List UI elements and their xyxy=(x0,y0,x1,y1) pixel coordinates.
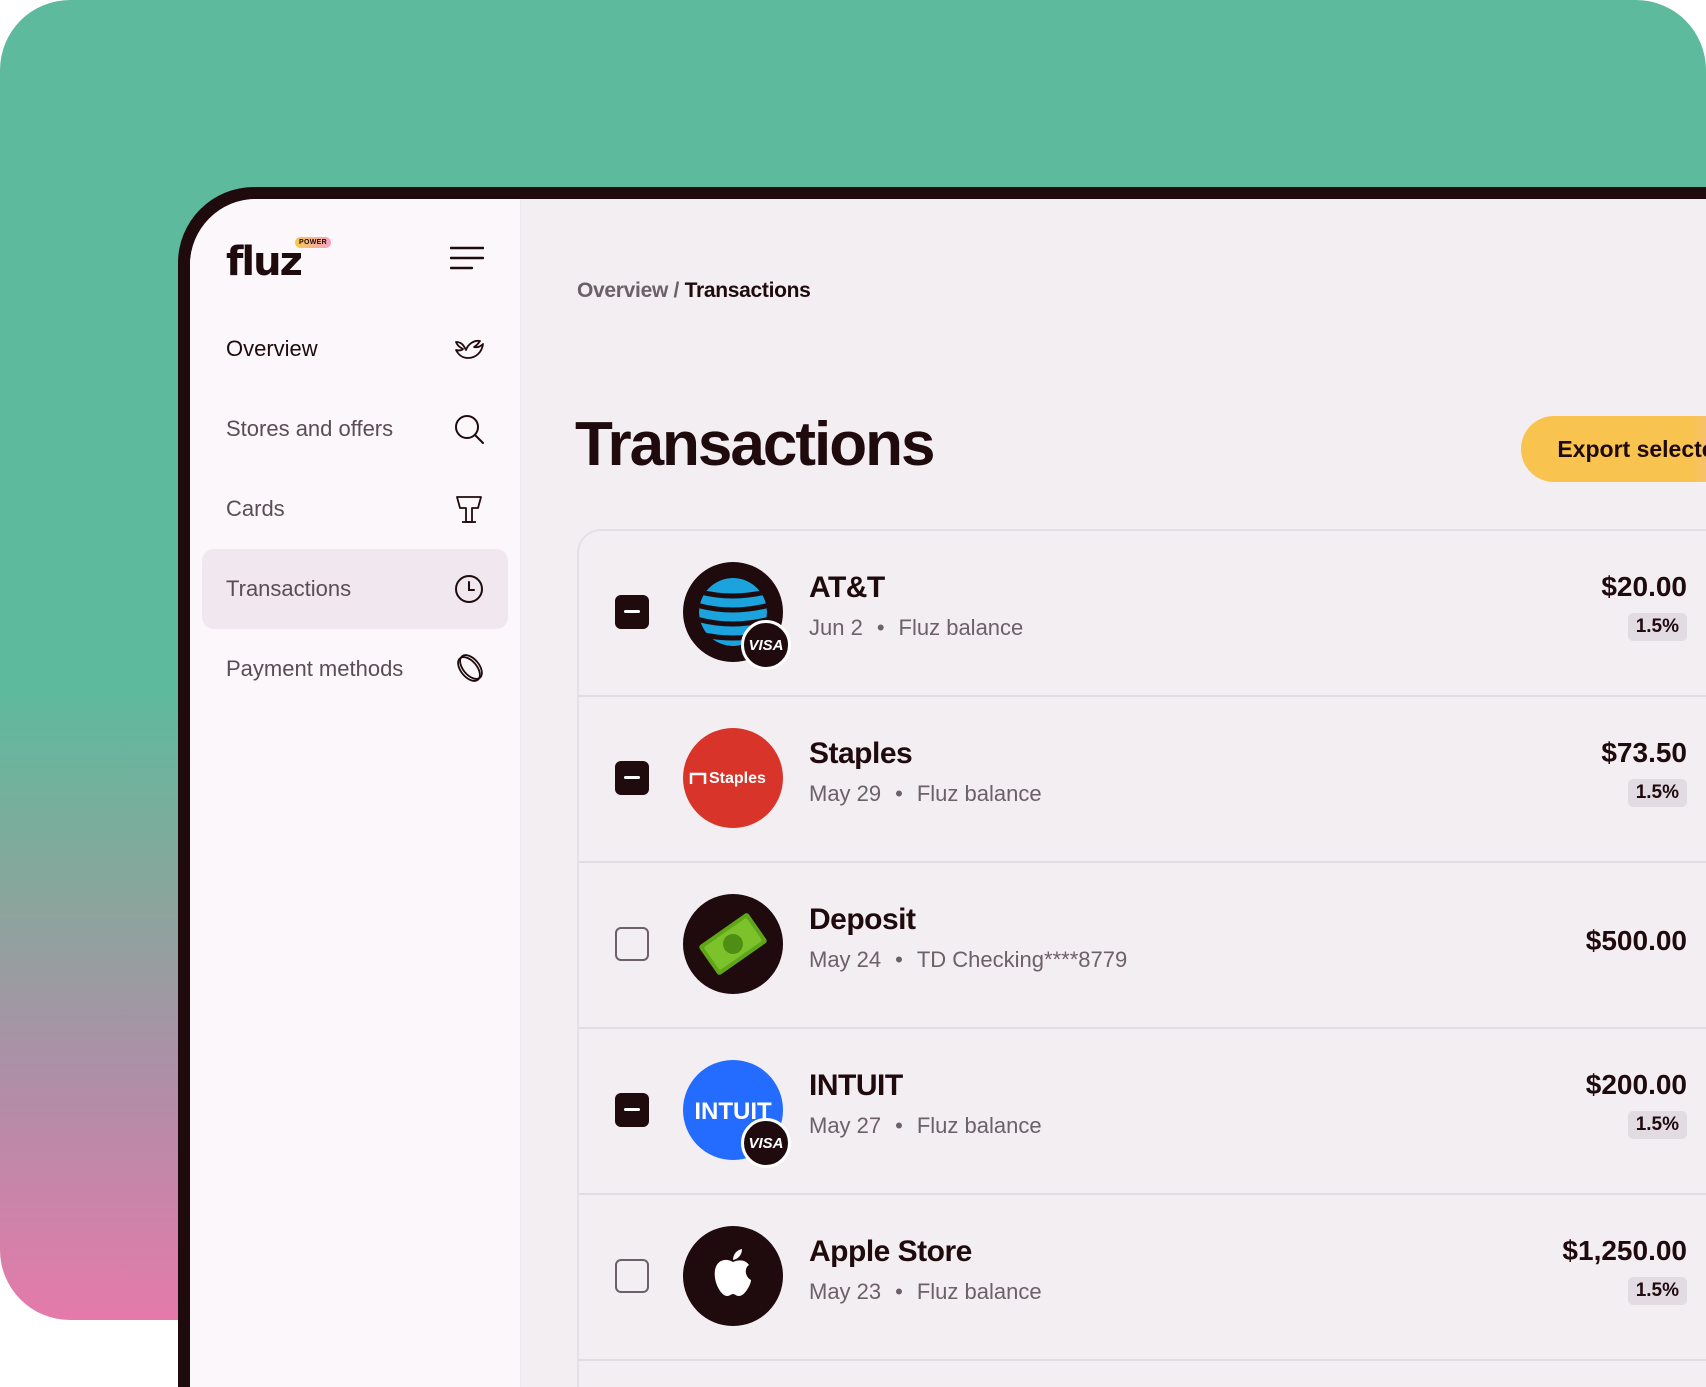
transaction-date: May 27 xyxy=(809,1113,882,1138)
export-selected-button[interactable]: Export selected xyxy=(1521,416,1706,482)
transaction-amount: $500.00 xyxy=(1585,925,1687,956)
breadcrumb-parent[interactable]: Overview xyxy=(577,279,668,302)
payment-method: TD Checking****8779 xyxy=(916,947,1128,972)
card-stand-icon xyxy=(456,496,482,523)
transaction-meta: May 24 • TD Checking****8779 xyxy=(809,947,1128,972)
payment-method: Fluz balance xyxy=(916,1113,1042,1138)
amount-block: $1,250.00 1.5% xyxy=(1399,1195,1687,1359)
apple-logo xyxy=(683,1226,783,1326)
sidebar: fluz POWER Overview Stores and offers Ca… xyxy=(190,199,521,1387)
cashback-badge: 1.5% xyxy=(1627,779,1687,807)
row-checkbox-indeterminate[interactable] xyxy=(615,595,649,629)
breadcrumb: Overview / Transactions xyxy=(577,279,811,303)
transaction-meta: May 29 • Fluz balance xyxy=(809,781,1042,806)
sidebar-item-cards[interactable]: Cards xyxy=(202,469,508,549)
row-checkbox-indeterminate[interactable] xyxy=(615,761,649,795)
merchant-name: Deposit xyxy=(809,903,916,936)
merchant-name: Staples xyxy=(809,737,913,770)
coin-icon xyxy=(457,654,483,682)
staples-logo-text: Staples xyxy=(709,770,766,787)
merchant-name: INTUIT xyxy=(809,1069,903,1102)
transaction-date: May 29 xyxy=(809,781,882,806)
visa-badge: VISA xyxy=(741,620,791,670)
sidebar-item-payment-methods[interactable]: Payment methods xyxy=(202,629,508,709)
payment-method: Fluz balance xyxy=(898,615,1024,640)
transaction-meta: May 27 • Fluz balance xyxy=(809,1113,1042,1138)
amount-block: $20.00 1.5% xyxy=(1399,531,1687,695)
main-content: Overview / Transactions Transactions Exp… xyxy=(521,199,1706,1387)
merchant-name: Apple Store xyxy=(809,1235,972,1268)
sidebar-item-label: Transactions xyxy=(226,576,352,601)
cashback-badge: 1.5% xyxy=(1627,1111,1687,1139)
transaction-amount: $1,250.00 xyxy=(1562,1235,1687,1266)
sidebar-item-overview[interactable]: Overview xyxy=(202,309,508,389)
transaction-meta: May 23 • Fluz balance xyxy=(809,1279,1042,1304)
amount-block: $73.50 1.5% xyxy=(1399,697,1687,861)
transaction-amount: $73.50 xyxy=(1601,737,1687,768)
row-checkbox-indeterminate[interactable] xyxy=(615,1093,649,1127)
amount-block: $200.00 1.5% xyxy=(1399,1029,1687,1193)
row-checkbox[interactable] xyxy=(615,1259,649,1293)
power-badge: POWER xyxy=(295,237,331,248)
sidebar-item-transactions[interactable]: Transactions xyxy=(202,549,508,629)
cashback-badge: 1.5% xyxy=(1627,1277,1687,1305)
transaction-date: Jun 2 xyxy=(809,615,863,640)
transaction-date: May 24 xyxy=(809,947,882,972)
sidebar-nav: Overview Stores and offers Cards Transac… xyxy=(202,309,508,709)
transaction-amount: $20.00 xyxy=(1601,571,1687,602)
breadcrumb-separator: / xyxy=(668,279,685,302)
device-frame: fluz POWER Overview Stores and offers Ca… xyxy=(178,187,1706,1387)
clock-icon xyxy=(455,575,483,603)
transaction-row[interactable]: Staples Staples May 29 • Fluz balance $73.… xyxy=(579,697,1706,863)
amount-block: $500.00 xyxy=(1399,863,1687,1027)
sidebar-item-label: Overview xyxy=(226,336,318,361)
fluz-logo[interactable]: fluz xyxy=(226,239,303,285)
staples-logo: Staples xyxy=(683,728,783,828)
dove-icon xyxy=(455,339,484,359)
page-title: Transactions xyxy=(575,410,935,479)
transactions-list: VISA AT&T Jun 2 • Fluz balance $20.00 1.5% xyxy=(577,529,1706,1387)
hamburger-menu-icon[interactable] xyxy=(450,245,484,271)
sidebar-item-label: Stores and offers xyxy=(226,416,394,441)
intuit-logo: INTUIT VISA xyxy=(683,1060,791,1168)
payment-method: Fluz balance xyxy=(916,1279,1042,1304)
transaction-meta: Jun 2 • Fluz balance xyxy=(809,615,1024,640)
transaction-row[interactable]: Deposit May 24 • TD Checking****8779 $500.… xyxy=(579,863,1706,1029)
merchant-name: AT&T xyxy=(809,571,885,604)
transaction-date: May 23 xyxy=(809,1279,882,1304)
app-screen: fluz POWER Overview Stores and offers Ca… xyxy=(190,199,1706,1387)
sidebar-item-label: Payment methods xyxy=(226,656,404,681)
transaction-row[interactable]: INTUIT VISA INTUIT May 27 • Fluz balance $… xyxy=(579,1029,1706,1195)
transaction-row[interactable]: Apple Store May 23 • Fluz balance $1,250.0… xyxy=(579,1195,1706,1361)
transaction-amount: $200.00 xyxy=(1585,1069,1687,1100)
sidebar-item-stores[interactable]: Stores and offers xyxy=(202,389,508,469)
payment-method: Fluz balance xyxy=(916,781,1042,806)
deposit-logo xyxy=(683,894,783,994)
breadcrumb-current: Transactions xyxy=(684,279,811,302)
transaction-row[interactable]: VISA AT&T Jun 2 • Fluz balance $20.00 1.5% xyxy=(579,531,1706,697)
cashback-badge: 1.5% xyxy=(1627,613,1687,641)
search-icon xyxy=(455,415,484,444)
sidebar-item-label: Cards xyxy=(226,496,285,521)
att-logo: VISA xyxy=(683,562,791,670)
visa-badge: VISA xyxy=(741,1118,791,1168)
row-checkbox[interactable] xyxy=(615,927,649,961)
